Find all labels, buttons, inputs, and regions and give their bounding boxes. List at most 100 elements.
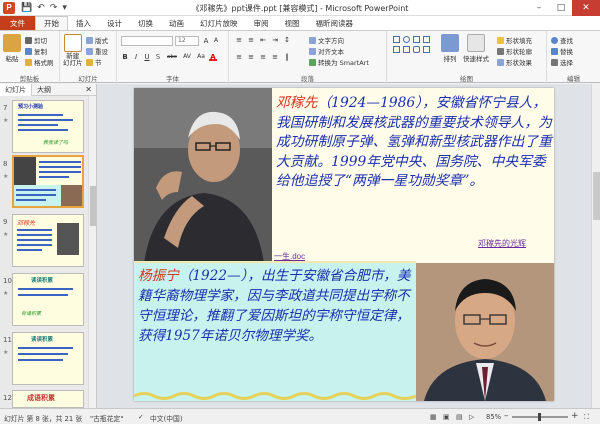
slideshow-view-icon[interactable]: ▷ (469, 413, 474, 421)
shape-rect-icon[interactable] (393, 36, 400, 43)
shape-rounded-icon[interactable] (413, 46, 420, 53)
numbering-icon[interactable]: ≡ (247, 36, 255, 44)
deng-jiaxian-photo[interactable] (134, 88, 272, 263)
deng-jiaxian-bio[interactable]: 邓稼先（1924—1986），安徽省怀宁县人，我国研制和发展核武器的重要技术领导… (276, 94, 552, 192)
shape-star-icon[interactable] (423, 46, 430, 53)
shape-arrow-icon[interactable] (423, 36, 430, 43)
align-text-button[interactable]: 对齐文本 (309, 46, 344, 56)
normal-view-icon[interactable]: ▦ (430, 413, 436, 421)
maximize-button[interactable]: □ (550, 0, 572, 16)
zoom-slider[interactable] (512, 413, 568, 421)
thumb-line (16, 199, 46, 201)
deng-jiaxian-doc-link[interactable]: 邓稼先的光辉 (478, 238, 526, 249)
copy-button[interactable]: 复制 (25, 46, 47, 56)
smartart-button[interactable]: 转换为 SmartArt (309, 57, 369, 67)
strikethrough-button[interactable]: abc (165, 53, 179, 61)
spellcheck-icon[interactable]: ✓ (138, 413, 144, 421)
slide-thumbnail[interactable]: 邓稼先 (12, 214, 84, 267)
shape-callout-icon[interactable] (403, 46, 410, 53)
shape-effects-button[interactable]: 形状效果 (497, 57, 532, 67)
increase-indent-icon[interactable]: ⇥ (271, 36, 279, 44)
zoom-slider-knob[interactable] (538, 413, 541, 421)
tab-review[interactable]: 审阅 (246, 16, 277, 30)
new-slide-button[interactable]: 新建 幻灯片 (63, 34, 83, 67)
tab-home[interactable]: 开始 (35, 16, 68, 30)
tab-view[interactable]: 视图 (277, 16, 308, 30)
char-spacing-button[interactable]: AV (181, 53, 193, 61)
undo-icon[interactable]: ↶ (37, 3, 45, 13)
shape-oval-icon[interactable] (403, 36, 410, 43)
shape-fill-button[interactable]: 形状填充 (497, 35, 532, 45)
thumbnail-scrollbar[interactable] (88, 96, 96, 408)
zoom-out-icon[interactable]: – (504, 411, 509, 421)
tab-outline[interactable]: 大纲 (32, 84, 56, 96)
reset-button[interactable]: 重设 (86, 46, 108, 56)
change-case-button[interactable]: Aa (195, 53, 207, 61)
align-center-icon[interactable]: ≡ (247, 53, 255, 61)
slide-thumbnail[interactable]: 读读积累 (12, 332, 84, 385)
arrange-button[interactable]: 排列 (441, 34, 459, 63)
reading-view-icon[interactable]: ▤ (456, 413, 462, 421)
shape-triangle-icon[interactable] (393, 46, 400, 53)
tab-file[interactable]: 文件 (0, 16, 35, 30)
decrease-indent-icon[interactable]: ⇤ (259, 36, 267, 44)
scrollbar-thumb[interactable] (90, 186, 96, 226)
align-right-icon[interactable]: ≡ (259, 53, 267, 61)
slide-sorter-view-icon[interactable]: ▣ (443, 413, 449, 421)
font-color-button[interactable]: A (209, 53, 217, 61)
shrink-font-icon[interactable]: A (212, 37, 220, 45)
tab-design[interactable]: 设计 (99, 16, 130, 30)
scrollbar-thumb[interactable] (593, 172, 600, 220)
zoom-in-icon[interactable]: + (571, 411, 579, 421)
fit-to-window-icon[interactable]: ⛶ (584, 413, 589, 422)
close-pane-icon[interactable]: ✕ (85, 85, 92, 94)
tab-insert[interactable]: 插入 (68, 16, 99, 30)
redo-icon[interactable]: ↷ (50, 3, 58, 13)
justify-icon[interactable]: ≡ (271, 53, 279, 61)
tab-animations[interactable]: 动画 (161, 16, 192, 30)
customize-qat-icon[interactable]: ▾ (62, 3, 67, 13)
shape-outline-button[interactable]: 形状轮廓 (497, 46, 532, 56)
paste-button[interactable]: 粘贴 (3, 34, 21, 63)
shape-line-icon[interactable] (413, 36, 420, 43)
select-button[interactable]: 选择 (551, 57, 573, 67)
yang-zhenning-textbox[interactable]: 杨振宁（1922—），出生于安徽省合肥市，美籍华裔物理学家，因与李政道共同提出宇… (134, 263, 416, 401)
tab-slideshow[interactable]: 幻灯片放映 (192, 16, 246, 30)
yang-zhenning-photo[interactable] (416, 263, 554, 401)
quick-styles-button[interactable]: 快速样式 (463, 34, 489, 63)
minimize-button[interactable]: – (528, 0, 550, 16)
tab-transitions[interactable]: 切换 (130, 16, 161, 30)
font-name-combo[interactable] (121, 36, 173, 46)
layout-button[interactable]: 版式 (86, 35, 108, 45)
columns-icon[interactable]: ‖ (283, 53, 291, 61)
underline-button[interactable]: U (143, 53, 151, 61)
format-painter-button[interactable]: 格式刷 (25, 57, 54, 67)
font-size-combo[interactable]: 12 (175, 36, 199, 46)
slide-scrollbar[interactable] (591, 84, 600, 408)
text-direction-button[interactable]: 文字方向 (309, 35, 344, 45)
yang-zhenning-bio[interactable]: 杨振宁（1922—），出生于安徽省合肥市，美籍华裔物理学家，因与李政道共同提出宇… (138, 266, 414, 346)
slide-thumbnail-selected[interactable] (12, 155, 84, 208)
tab-slides[interactable]: 幻灯片 (0, 83, 32, 96)
save-icon[interactable]: 💾 (21, 3, 32, 13)
find-button[interactable]: 查找 (551, 35, 573, 45)
current-slide[interactable]: 邓稼先（1924—1986），安徽省怀宁县人，我国研制和发展核武器的重要技术领导… (134, 88, 554, 401)
close-button[interactable]: ✕ (572, 0, 600, 16)
slide-thumbnail[interactable]: 成语积累 (12, 390, 84, 408)
replace-button[interactable]: 替换 (551, 46, 573, 56)
powerpoint-app-icon[interactable]: P (3, 1, 15, 14)
language-indicator[interactable]: 中文(中国) (150, 413, 183, 423)
section-button[interactable]: 节 (86, 57, 102, 67)
align-left-icon[interactable]: ≡ (235, 53, 243, 61)
zoom-level[interactable]: 85% (486, 413, 501, 421)
slide-thumbnail[interactable]: 预习小测验 教我读了吗 (12, 100, 84, 153)
tab-foxit-reader[interactable]: 福昕阅读器 (308, 16, 362, 30)
italic-button[interactable]: I (132, 53, 140, 61)
cut-button[interactable]: 剪切 (25, 35, 47, 45)
grow-font-icon[interactable]: A (202, 37, 210, 45)
shadow-button[interactable]: S (154, 53, 162, 61)
bold-button[interactable]: B (121, 53, 129, 61)
bullets-icon[interactable]: ≡ (235, 36, 243, 44)
slide-thumbnail[interactable]: 读读积累 背诵积累 (12, 273, 84, 326)
line-spacing-icon[interactable]: ↕ (283, 36, 291, 44)
